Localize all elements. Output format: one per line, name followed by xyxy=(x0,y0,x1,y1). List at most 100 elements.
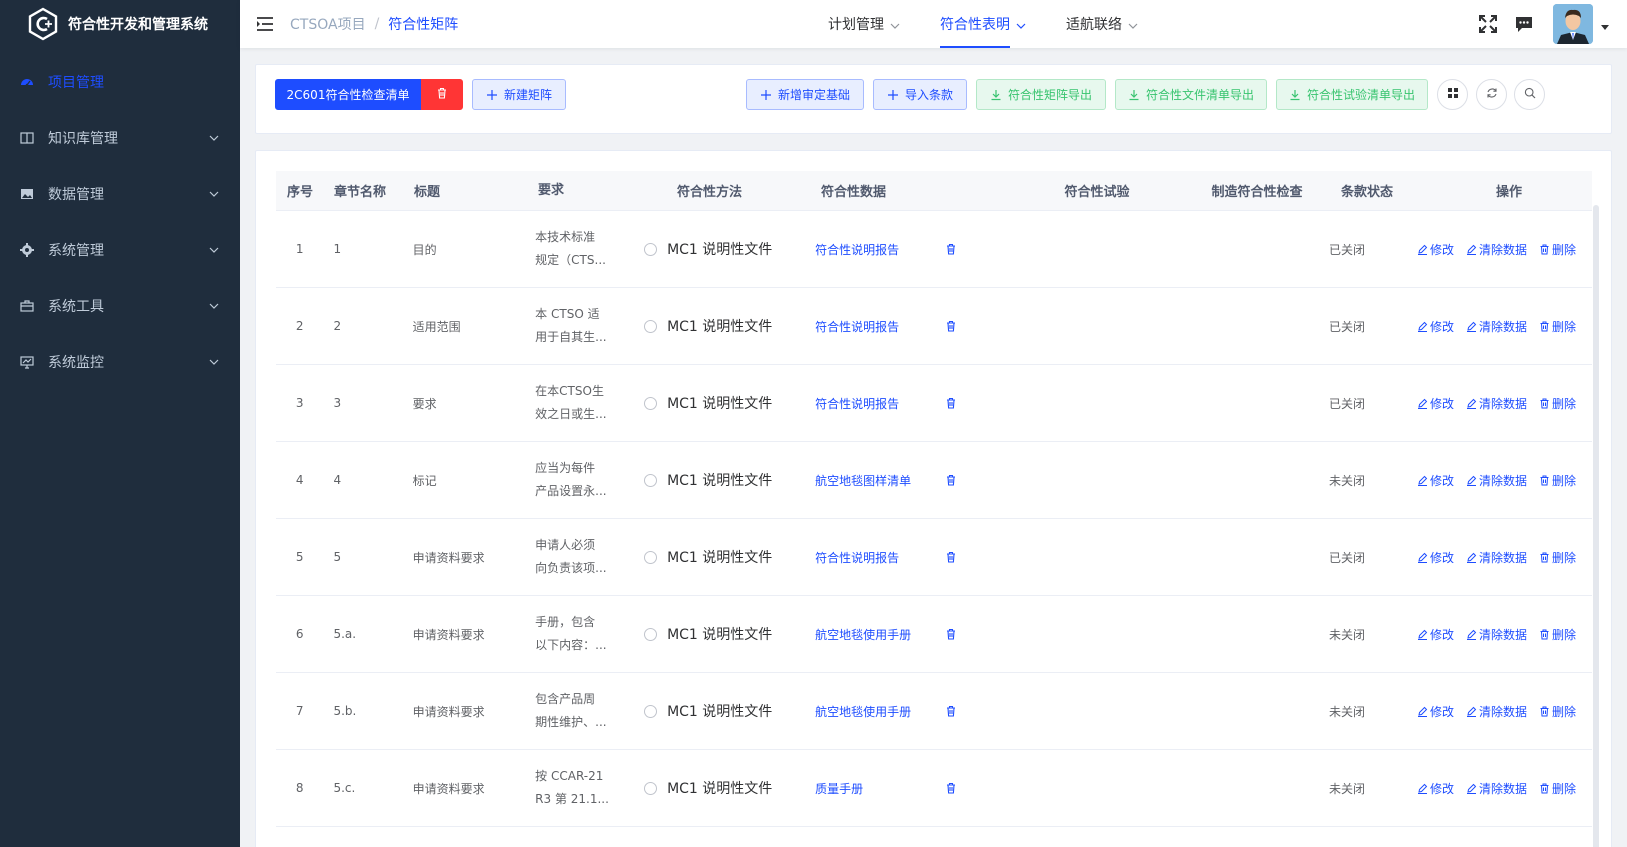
caret-down-icon[interactable] xyxy=(1601,20,1609,30)
delete-label: 删除 xyxy=(1552,627,1577,642)
clear-data-button[interactable]: 清除数据 xyxy=(1466,241,1527,258)
sidebar-item-project[interactable]: 项目管理 xyxy=(0,54,240,110)
clear-data-button[interactable]: 清除数据 xyxy=(1466,703,1527,720)
delete-button[interactable]: 删除 xyxy=(1539,626,1576,643)
new-matrix-button[interactable]: 新建矩阵 xyxy=(472,79,566,110)
delete-label: 删除 xyxy=(1552,319,1577,334)
compliance-data-link[interactable]: 符合性说明报告 xyxy=(815,395,935,412)
compliance-data-link[interactable]: 航空地毯图样清单 xyxy=(815,472,935,489)
sidebar-item-knowledge[interactable]: 知识库管理 xyxy=(0,110,240,166)
monitor-icon xyxy=(20,355,34,369)
clear-data-button[interactable]: 清除数据 xyxy=(1466,626,1527,643)
method-radio[interactable] xyxy=(644,550,658,564)
clear-data-button[interactable]: 清除数据 xyxy=(1466,395,1527,412)
edit-button[interactable]: 修改 xyxy=(1417,626,1454,643)
checklist-button[interactable]: 2C601符合性检查清单 xyxy=(275,79,421,110)
cell-method: MC1 说明性文件 xyxy=(620,316,793,336)
sidebar-item-monitor[interactable]: 系统监控 xyxy=(0,334,240,390)
cell-method: MC1 说明性文件 xyxy=(620,547,793,567)
delete-button[interactable]: 删除 xyxy=(1539,780,1576,797)
message-icon[interactable] xyxy=(1513,13,1535,35)
add-basis-label: 新增审定基础 xyxy=(777,88,850,102)
chevron-down-icon xyxy=(208,132,220,144)
search-button[interactable] xyxy=(1514,79,1545,110)
trash-icon[interactable] xyxy=(945,551,957,563)
trash-icon[interactable] xyxy=(945,397,957,409)
delete-button[interactable]: 删除 xyxy=(1539,395,1576,412)
import-clauses-button[interactable]: 导入条款 xyxy=(873,79,967,110)
edit-label: 修改 xyxy=(1429,550,1454,565)
delete-button[interactable]: 删除 xyxy=(1539,703,1576,720)
delete-button[interactable]: 删除 xyxy=(1539,472,1576,489)
download-icon xyxy=(990,89,1002,101)
compliance-data-link[interactable]: 符合性说明报告 xyxy=(815,549,935,566)
method-radio[interactable] xyxy=(644,242,658,256)
method-radio[interactable] xyxy=(644,781,658,795)
nav-airworthiness-liaison[interactable]: 适航联络 xyxy=(1046,0,1158,48)
delete-button[interactable]: 删除 xyxy=(1539,241,1576,258)
export-matrix-button[interactable]: 符合性矩阵导出 xyxy=(976,79,1106,110)
clear-data-button[interactable]: 清除数据 xyxy=(1466,780,1527,797)
trash-icon xyxy=(436,87,448,102)
delete-checklist-button[interactable] xyxy=(421,79,463,110)
edit-button[interactable]: 修改 xyxy=(1417,241,1454,258)
trash-icon[interactable] xyxy=(945,243,957,255)
export-docs-button[interactable]: 符合性文件清单导出 xyxy=(1115,79,1267,110)
trash-icon[interactable] xyxy=(945,628,957,640)
trash-icon[interactable] xyxy=(945,705,957,717)
method-radio[interactable] xyxy=(644,473,658,487)
sidebar-item-data[interactable]: 数据管理 xyxy=(0,166,240,222)
fullscreen-icon[interactable] xyxy=(1477,13,1499,35)
clear-data-button[interactable]: 清除数据 xyxy=(1466,318,1527,335)
compliance-data-link[interactable]: 航空地毯使用手册 xyxy=(815,703,935,720)
edit-button[interactable]: 修改 xyxy=(1417,318,1454,335)
cell-title: 标记 xyxy=(412,473,437,488)
trash-icon[interactable] xyxy=(945,320,957,332)
breadcrumb-current: 符合性矩阵 xyxy=(388,17,459,33)
avatar[interactable] xyxy=(1553,4,1593,44)
compliance-data-link[interactable]: 质量手册 xyxy=(815,780,935,797)
edit-button[interactable]: 修改 xyxy=(1417,472,1454,489)
clear-data-label: 清除数据 xyxy=(1478,627,1527,642)
cell-status: 已关闭 xyxy=(1329,319,1366,334)
trash-icon xyxy=(1539,706,1550,717)
refresh-button[interactable] xyxy=(1476,79,1507,110)
export-tests-button[interactable]: 符合性试验清单导出 xyxy=(1276,79,1428,110)
sidebar-item-system[interactable]: 系统管理 xyxy=(0,222,240,278)
cell-requirement: 本 CTSO 适 用于自其生... xyxy=(521,303,620,349)
edit-icon xyxy=(1466,475,1477,486)
header-method: 符合性方法 xyxy=(676,185,742,200)
edit-button[interactable]: 修改 xyxy=(1417,780,1454,797)
grid-view-button[interactable] xyxy=(1437,79,1468,110)
cell-data: 航空地毯图样清单 xyxy=(793,472,1001,489)
method-radio[interactable] xyxy=(644,396,658,410)
delete-button[interactable]: 删除 xyxy=(1539,318,1576,335)
chevron-down-icon xyxy=(1016,19,1026,29)
compliance-data-link[interactable]: 符合性说明报告 xyxy=(815,241,935,258)
method-radio[interactable] xyxy=(644,704,658,718)
cell-idx: 8 xyxy=(295,781,304,795)
clear-data-button[interactable]: 清除数据 xyxy=(1466,549,1527,566)
edit-button[interactable]: 修改 xyxy=(1417,549,1454,566)
sidebar-item-tools[interactable]: 系统工具 xyxy=(0,278,240,334)
nav-plan-management[interactable]: 计划管理 xyxy=(808,0,920,48)
top-right-tools xyxy=(1477,0,1609,48)
logo-icon xyxy=(26,7,60,41)
compliance-data-link[interactable]: 符合性说明报告 xyxy=(815,318,935,335)
add-basis-button[interactable]: 新增审定基础 xyxy=(746,79,864,110)
hamburger-icon[interactable] xyxy=(256,15,274,33)
edit-button[interactable]: 修改 xyxy=(1417,703,1454,720)
trash-icon[interactable] xyxy=(945,782,957,794)
edit-button[interactable]: 修改 xyxy=(1417,395,1454,412)
nav-compliance-demonstration[interactable]: 符合性表明 xyxy=(920,0,1046,48)
trash-icon[interactable] xyxy=(945,474,957,486)
breadcrumb-parent[interactable]: CTSOA项目 xyxy=(290,14,366,34)
clear-data-button[interactable]: 清除数据 xyxy=(1466,472,1527,489)
method-radio[interactable] xyxy=(644,319,658,333)
compliance-data-link[interactable]: 航空地毯使用手册 xyxy=(815,626,935,643)
trash-icon xyxy=(1539,475,1550,486)
vertical-scrollbar[interactable] xyxy=(1593,205,1599,847)
delete-button[interactable]: 删除 xyxy=(1539,549,1576,566)
edit-icon xyxy=(1417,629,1428,640)
method-radio[interactable] xyxy=(644,627,658,641)
